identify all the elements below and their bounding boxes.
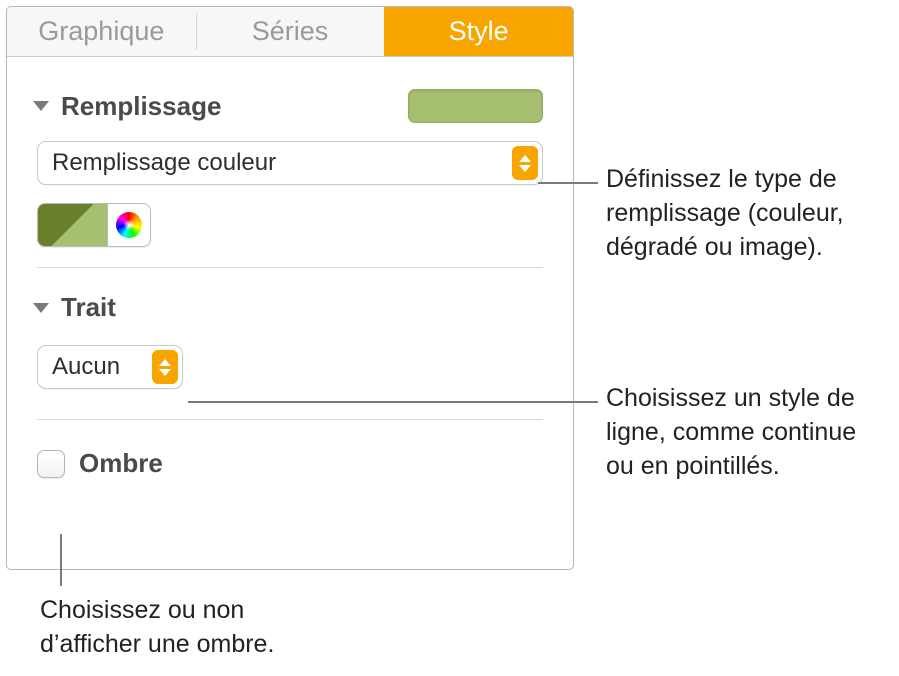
callout-stroke-style: Choisissez un style de ligne, comme cont… [606, 382, 886, 483]
tab-series[interactable]: Séries [196, 7, 385, 56]
fill-section-header[interactable]: Remplissage [37, 71, 543, 133]
popup-stepper-icon [152, 350, 178, 384]
callout-leader-line [60, 534, 62, 586]
fill-color-row [37, 203, 543, 247]
callout-leader-line [188, 401, 598, 403]
format-inspector-panel: Graphique Séries Style Remplissage Rempl… [6, 6, 574, 570]
stroke-section-title: Trait [61, 292, 543, 323]
shadow-row: Ombre [37, 420, 543, 479]
callout-leader-line [538, 182, 598, 184]
tab-style-label: Style [449, 16, 509, 47]
chevron-down-icon [33, 101, 49, 111]
fill-color-well[interactable] [37, 203, 107, 247]
stroke-type-popup[interactable]: Aucun [37, 345, 183, 389]
fill-color-swatch[interactable] [408, 89, 543, 123]
shadow-label: Ombre [79, 448, 163, 479]
stroke-section-header[interactable]: Trait [37, 268, 543, 333]
fill-section-title: Remplissage [61, 91, 408, 122]
panel-body: Remplissage Remplissage couleur Trait Au… [7, 57, 573, 479]
popup-stepper-icon [512, 146, 538, 180]
callout-fill-type: Définissez le type de remplissage (coule… [606, 163, 886, 264]
shadow-checkbox[interactable] [37, 450, 65, 478]
fill-type-popup[interactable]: Remplissage couleur [37, 141, 543, 185]
tab-chart-label: Graphique [38, 16, 164, 47]
color-picker-button[interactable] [107, 203, 151, 247]
tab-chart[interactable]: Graphique [7, 7, 196, 56]
callout-shadow: Choisissez ou non d’afficher une ombre. [40, 594, 350, 662]
chevron-down-icon [33, 303, 49, 313]
fill-type-popup-label: Remplissage couleur [52, 149, 512, 177]
tab-series-label: Séries [252, 16, 329, 47]
color-wheel-icon [116, 212, 142, 238]
tab-style[interactable]: Style [384, 7, 573, 56]
stroke-type-popup-label: Aucun [52, 353, 152, 381]
inspector-tabs: Graphique Séries Style [7, 7, 573, 57]
